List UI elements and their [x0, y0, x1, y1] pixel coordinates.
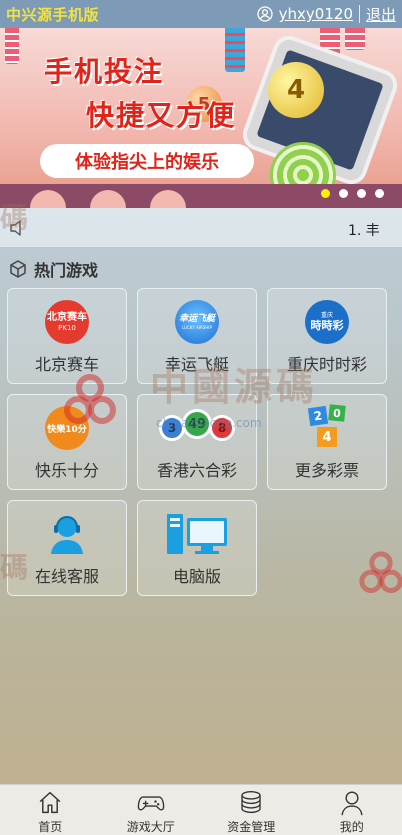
- gamepad-icon: [137, 796, 165, 811]
- tab-funds[interactable]: 资金管理: [201, 785, 302, 835]
- top-header: 中兴源手机版 yhxy0120 退出: [0, 0, 402, 28]
- carousel-dot[interactable]: [357, 189, 366, 198]
- promo-banner[interactable]: 5 4 手机投注 快捷又方便 体验指尖上的娱乐: [0, 28, 402, 208]
- carousel-dot[interactable]: [375, 189, 384, 198]
- notice-text: 1. 丰: [348, 223, 380, 239]
- user-icon: [341, 791, 363, 816]
- section-title: 热门游戏: [34, 261, 99, 280]
- user-icon: [257, 6, 273, 22]
- logout-link[interactable]: 退出: [366, 4, 396, 25]
- coins-icon: [241, 791, 261, 814]
- desktop-computer-icon: [165, 511, 229, 557]
- header-right: yhxy0120 退出: [257, 4, 396, 25]
- game-label: 香港六合彩: [156, 461, 237, 480]
- game-label: 在线客服: [34, 567, 99, 586]
- header-divider: [358, 5, 360, 23]
- tab-label: 游戏大厅: [126, 820, 175, 834]
- game-label: 更多彩票: [294, 461, 359, 480]
- cube-icon: [10, 260, 26, 278]
- tab-label: 资金管理: [227, 820, 276, 834]
- tab-home[interactable]: 首页: [0, 785, 101, 835]
- hazard-icon: [64, 374, 116, 424]
- game-label: 快乐十分: [34, 461, 99, 480]
- lantern-decoration: [225, 28, 245, 72]
- airship-logo: 幸运飞艇 LUCKY AIRSHIP: [173, 299, 221, 345]
- lantern-decoration: [5, 28, 19, 64]
- banner-title-2: 快捷又方便: [86, 99, 237, 132]
- lantern-decoration: [345, 28, 365, 50]
- lottery-ball-4: 4: [268, 62, 324, 118]
- notice-bar[interactable]: 1. 丰: [0, 208, 402, 248]
- game-tile-desktop[interactable]: 电脑版: [137, 500, 257, 596]
- number-tiles-icon: 2 0 4: [303, 404, 351, 451]
- support-agent-icon: [43, 511, 91, 557]
- home-icon: [39, 791, 61, 814]
- brand-title: 中兴源手机版: [6, 5, 100, 24]
- carousel-dot[interactable]: [339, 189, 348, 198]
- tab-label: 我的: [339, 820, 364, 834]
- tab-label: 首页: [38, 820, 63, 834]
- bottom-tab-bar: 首页 游戏大厅 资金管理 我的: [0, 784, 402, 835]
- watermark-url: chinazhaode.com: [156, 416, 262, 430]
- banner-slogan: 体验指尖上的娱乐: [75, 152, 219, 173]
- banner-slogan-pill: 体验指尖上的娱乐: [40, 144, 254, 178]
- carousel-dot[interactable]: [321, 189, 330, 198]
- tab-mine[interactable]: 我的: [302, 785, 402, 835]
- hazard-icon: [359, 551, 402, 593]
- watermark-text: 中國源碼: [150, 365, 319, 409]
- tab-game-hall[interactable]: 游戏大厅: [101, 785, 202, 835]
- game-label: 电脑版: [172, 567, 221, 586]
- watermark-fragment: 碼: [0, 551, 33, 584]
- ssc-logo: 重庆 時時彩: [303, 299, 351, 345]
- pk10-logo: 北京赛车 PK10: [43, 299, 91, 345]
- banner-title-1: 手机投注: [44, 55, 165, 88]
- watermark-fragment: 碼: [0, 201, 33, 234]
- carousel-dots: [321, 189, 384, 198]
- hot-games-header: 热门游戏: [8, 257, 98, 281]
- username-link[interactable]: yhxy0120: [279, 5, 353, 23]
